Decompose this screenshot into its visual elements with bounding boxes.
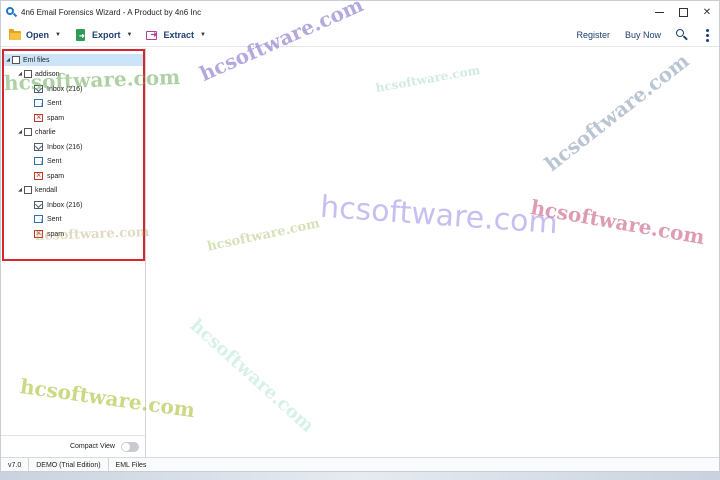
tree-account-row[interactable]: ◢ kendall xyxy=(16,184,57,196)
tree-folder-row[interactable]: Sent xyxy=(34,213,61,225)
tree-folder-row[interactable]: Sent xyxy=(34,97,61,109)
export-button[interactable]: ➜ Export ▼ xyxy=(75,25,132,45)
expand-triangle-icon[interactable]: ◢ xyxy=(16,71,24,77)
app-window: 4n6 Email Forensics Wizard - A Product b… xyxy=(0,0,720,472)
more-options-icon[interactable] xyxy=(702,28,712,42)
tree-folder-row[interactable]: spam xyxy=(34,228,64,240)
close-icon: ✕ xyxy=(702,6,712,18)
expand-triangle-icon[interactable]: ◢ xyxy=(4,57,12,63)
folder-label: Sent xyxy=(47,157,62,165)
tree-folder-row[interactable]: spam xyxy=(34,170,64,182)
account-label: kendall xyxy=(35,186,58,194)
tree-root-label: Eml files xyxy=(23,56,50,64)
compact-view-row: Compact View xyxy=(1,435,145,457)
folder-label: Inbox (216) xyxy=(47,143,83,151)
tree-root-row[interactable]: ◢ Eml files xyxy=(4,54,143,66)
folder-label: Inbox (216) xyxy=(47,201,83,209)
window-title: 4n6 Email Forensics Wizard - A Product b… xyxy=(21,7,202,17)
open-button[interactable]: Open ▼ xyxy=(9,25,61,45)
sent-icon xyxy=(34,215,43,225)
tree-account-row[interactable]: ◢ charlie xyxy=(16,126,56,138)
close-button[interactable]: ✕ xyxy=(695,1,719,23)
extract-button[interactable]: ➜ Extract ▼ xyxy=(146,25,206,45)
spam-icon xyxy=(34,171,43,180)
toolbar-right: Register Buy Now xyxy=(576,23,719,47)
folder-open-icon xyxy=(9,28,21,41)
title-bar: 4n6 Email Forensics Wizard - A Product b… xyxy=(1,1,719,23)
folder-label: spam xyxy=(47,172,65,180)
folder-label: Inbox (216) xyxy=(47,85,83,93)
register-link[interactable]: Register xyxy=(576,30,610,40)
folder-label: Sent xyxy=(47,215,62,223)
extract-label: Extract xyxy=(163,29,194,40)
chevron-down-icon: ▼ xyxy=(126,31,133,38)
edition-label: DEMO (Trial Edition) xyxy=(29,457,109,471)
tree-account-row[interactable]: ◢ addison xyxy=(16,68,60,80)
account-checkbox[interactable] xyxy=(24,128,32,136)
window-controls: ✕ xyxy=(647,1,719,23)
expand-triangle-icon[interactable]: ◢ xyxy=(16,187,24,193)
maximize-icon xyxy=(678,7,688,17)
expand-triangle-icon[interactable]: ◢ xyxy=(16,129,24,135)
status-bar: v7.0 DEMO (Trial Edition) EML Files xyxy=(1,457,719,471)
root-checkbox[interactable] xyxy=(12,56,20,64)
toolbar: Open ▼ ➜ Export ▼ ➜ Extract ▼ Register B… xyxy=(1,23,719,47)
chevron-down-icon: ▼ xyxy=(199,31,206,38)
sent-icon xyxy=(34,157,43,167)
chevron-down-icon: ▼ xyxy=(55,31,61,38)
account-label: charlie xyxy=(35,128,56,136)
folder-label: spam xyxy=(47,114,65,122)
version-label: v7.0 xyxy=(1,457,30,471)
inbox-icon xyxy=(34,201,43,209)
tree-folder-row[interactable]: Sent xyxy=(34,155,61,167)
sent-icon xyxy=(34,99,43,109)
folder-panel: ◢ Eml files ◢ addison Inbox (216) Sent s… xyxy=(1,48,146,457)
export-icon: ➜ xyxy=(75,28,87,41)
search-icon[interactable] xyxy=(676,29,688,41)
buy-now-link[interactable]: Buy Now xyxy=(625,30,661,40)
toggle-knob xyxy=(122,442,130,451)
export-label: Export xyxy=(91,29,121,40)
tree-folder-row[interactable]: Inbox (216) xyxy=(34,199,82,211)
main-content-area xyxy=(147,48,719,457)
maximize-button[interactable] xyxy=(671,1,695,23)
account-checkbox[interactable] xyxy=(24,70,32,78)
desktop-taskbar-strip xyxy=(0,472,720,480)
folder-label: Sent xyxy=(47,99,62,107)
minimize-button[interactable] xyxy=(647,1,671,23)
compact-view-label: Compact View xyxy=(69,443,115,450)
extract-icon: ➜ xyxy=(146,29,158,41)
tree-folder-row[interactable]: spam xyxy=(34,112,64,124)
account-label: addison xyxy=(35,70,60,78)
account-checkbox[interactable] xyxy=(24,186,32,194)
mode-label: EML Files xyxy=(115,461,147,469)
open-label: Open xyxy=(26,29,50,40)
tree-folder-row[interactable]: Inbox (216) xyxy=(34,83,82,95)
folder-label: spam xyxy=(47,230,65,238)
spam-icon xyxy=(34,229,43,238)
tree-folder-row[interactable]: Inbox (216) xyxy=(34,141,82,153)
spam-icon xyxy=(34,113,43,122)
inbox-icon xyxy=(34,143,43,151)
app-logo-icon xyxy=(5,6,18,18)
minimize-icon xyxy=(654,11,664,13)
compact-view-toggle[interactable] xyxy=(121,441,139,452)
folder-tree: ◢ Eml files ◢ addison Inbox (216) Sent s… xyxy=(2,49,145,261)
inbox-icon xyxy=(34,85,43,93)
